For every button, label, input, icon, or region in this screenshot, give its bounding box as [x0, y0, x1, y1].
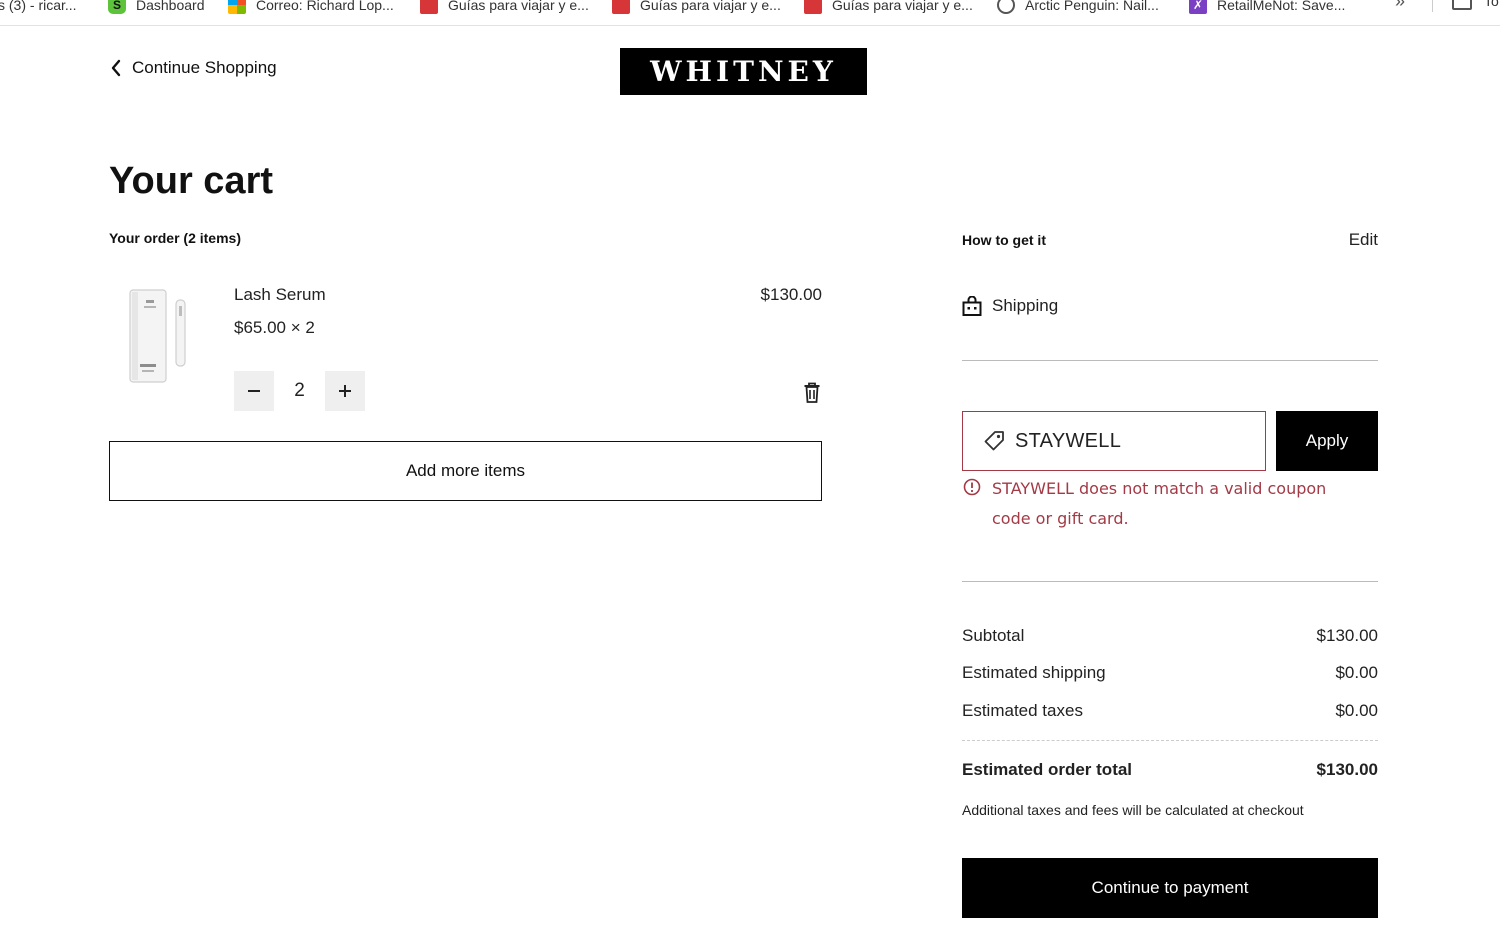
shopping-bag-icon [962, 296, 982, 316]
chevron-left-icon [111, 59, 121, 77]
tag-icon [984, 431, 1004, 451]
bookmark-label: Arctic Penguin: Nail... [1025, 0, 1159, 13]
penguin-icon [997, 0, 1015, 14]
shipping-method-label: Shipping [992, 296, 1059, 315]
bookmark-item[interactable]: Correo: Richard Lop... [228, 0, 394, 17]
item-name: Lash Serum [234, 285, 326, 304]
apply-coupon-button[interactable]: Apply [1276, 411, 1378, 471]
checkout-note: Additional taxes and fees will be calcul… [962, 802, 1304, 818]
shipping-value: $0.00 [1335, 663, 1378, 682]
bookmark-label: Guías para viajar y e... [448, 0, 589, 13]
decrease-quantity-button[interactable] [234, 371, 274, 411]
order-count: Your order (2 items) [109, 230, 241, 246]
item-line-total: $130.00 [760, 285, 822, 304]
bookmark-label: RetailMeNot: Save... [1217, 0, 1346, 13]
bookmark-label: Correo: Richard Lop... [256, 0, 394, 13]
folder-icon[interactable] [1452, 0, 1472, 10]
microsoft-icon [228, 0, 246, 14]
bookmark-item[interactable]: s (3) - ricar... [0, 0, 77, 17]
taxes-row: Estimated taxes $0.00 [962, 701, 1378, 721]
section-divider [962, 581, 1378, 582]
retailmenot-icon: ✗ [1189, 0, 1207, 14]
coupon-input[interactable] [1015, 429, 1255, 453]
bookmark-item-partial[interactable]: To [1484, 0, 1499, 9]
quantity-value[interactable]: 2 [274, 380, 325, 402]
bookmark-item[interactable]: Guías para viajar y e... [420, 0, 589, 17]
bookmarks-bar: s (3) - ricar... S Dashboard Correo: Ric… [0, 0, 1500, 26]
guide-icon [612, 0, 630, 14]
taxes-label: Estimated taxes [962, 701, 1083, 720]
shipping-row: Estimated shipping $0.00 [962, 663, 1378, 683]
product-image [129, 289, 186, 383]
bookmark-label: Guías para viajar y e... [640, 0, 781, 13]
bookmark-label: Guías para viajar y e... [832, 0, 973, 13]
increase-quantity-button[interactable] [325, 371, 365, 411]
section-divider [962, 360, 1378, 361]
plus-icon [339, 385, 351, 397]
coupon-error-message: STAYWELL does not match a valid coupon c… [992, 479, 1327, 528]
minus-icon [248, 390, 260, 392]
shipping-method: Shipping [962, 296, 1058, 316]
continue-shopping-label: Continue Shopping [132, 58, 277, 77]
error-icon [963, 478, 981, 496]
bookmark-item[interactable]: ✗ RetailMeNot: Save... [1189, 0, 1345, 17]
trash-icon[interactable] [802, 382, 822, 404]
order-total-label: Estimated order total [962, 760, 1133, 779]
bookmark-item[interactable]: Guías para viajar y e... [612, 0, 781, 17]
bookmark-item[interactable]: Arctic Penguin: Nail... [997, 0, 1159, 17]
continue-to-payment-button[interactable]: Continue to payment [962, 858, 1378, 918]
fulfillment-title: How to get it [962, 232, 1046, 248]
coupon-field[interactable] [962, 411, 1266, 471]
subtotal-value: $130.00 [1316, 626, 1378, 645]
continue-shopping-link[interactable]: Continue Shopping [110, 58, 277, 78]
bookmarks-divider [1432, 0, 1433, 12]
order-total-value: $130.00 [1316, 760, 1378, 779]
add-more-items-button[interactable]: Add more items [109, 441, 822, 501]
bookmark-label: Dashboard [136, 0, 205, 13]
bookmark-item[interactable]: S Dashboard [108, 0, 205, 17]
bookmarks-overflow-button[interactable]: » [1395, 0, 1405, 12]
s-icon: S [108, 0, 126, 14]
order-total-row: Estimated order total $130.00 [962, 760, 1378, 780]
subtotal-label: Subtotal [962, 626, 1025, 645]
summary-divider [962, 740, 1378, 741]
brand-logo[interactable]: WHITNEY [620, 48, 867, 95]
guide-icon [420, 0, 438, 14]
page-title: Your cart [109, 160, 274, 202]
edit-fulfillment-link[interactable]: Edit [1320, 230, 1378, 250]
bookmark-item[interactable]: Guías para viajar y e... [804, 0, 973, 17]
item-unit-price: $65.00 × 2 [234, 318, 315, 337]
bookmark-label: s (3) - ricar... [0, 0, 77, 13]
taxes-value: $0.00 [1335, 701, 1378, 720]
shipping-label: Estimated shipping [962, 663, 1106, 682]
guide-icon [804, 0, 822, 14]
subtotal-row: Subtotal $130.00 [962, 626, 1378, 646]
